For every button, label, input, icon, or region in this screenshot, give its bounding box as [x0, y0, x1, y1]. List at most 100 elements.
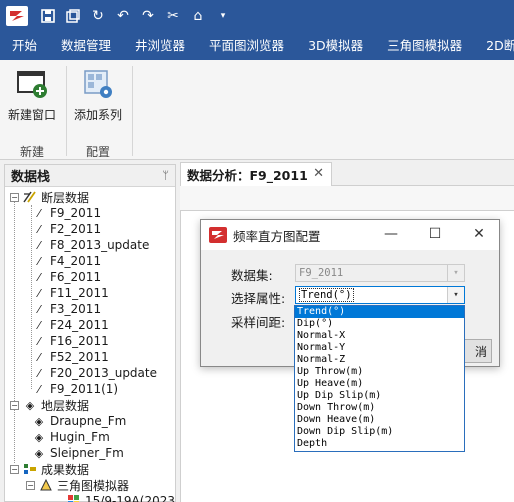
dropdown-option[interactable]: Depth: [295, 438, 464, 450]
save-as-icon[interactable]: [63, 6, 83, 26]
tree-item-fault[interactable]: ⁄ F2_2011: [32, 221, 101, 237]
dropdown-option[interactable]: Trend(°): [295, 306, 464, 318]
dropdown-option[interactable]: Down Throw(m): [295, 402, 464, 414]
menu-bar: 开始 数据管理 井浏览器 平面图浏览器 3D模拟器 三角图模拟器 2D断层: [0, 32, 514, 60]
cut-icon[interactable]: ✂: [163, 6, 183, 26]
tree-node-faults[interactable]: − 断层数据: [10, 189, 89, 205]
tree-node-horizons[interactable]: − ◈ 地层数据: [10, 397, 89, 413]
panel-title: 数据栈: [11, 170, 51, 185]
collapse-toggle[interactable]: −: [10, 192, 19, 202]
undo-icon[interactable]: ↶: [113, 6, 133, 26]
fault-icon: ⁄: [38, 206, 40, 220]
menu-3d-simulator[interactable]: 3D模拟器: [296, 32, 375, 60]
menu-map-browser[interactable]: 平面图浏览器: [197, 32, 296, 60]
tree-item-fault[interactable]: ⁄ F52_2011: [32, 349, 109, 365]
dropdown-icon[interactable]: ▾: [213, 6, 233, 26]
home-icon[interactable]: ⌂: [188, 6, 208, 26]
new-window-label: 新建窗口: [7, 108, 56, 122]
pin-icon[interactable]: ᛘ: [162, 169, 169, 182]
collapse-toggle[interactable]: −: [26, 480, 35, 490]
tree-label: Hugin_Fm: [50, 430, 110, 444]
collapse-toggle[interactable]: −: [10, 400, 19, 410]
new-window-icon: [16, 68, 48, 100]
tree-label: F20_2013_update: [50, 366, 157, 380]
maximize-icon[interactable]: ☐: [425, 226, 445, 242]
tree-item-fault[interactable]: ⁄ F3_2011: [32, 301, 101, 317]
fault-icon: ⁄: [38, 334, 40, 348]
add-series-button[interactable]: 添加系列: [68, 68, 128, 123]
tree-node-results[interactable]: − 成果数据: [10, 461, 89, 477]
ribbon-group-new: 新建: [20, 145, 45, 159]
tree-item-fault[interactable]: ⁄ F9_2011(1): [32, 381, 118, 397]
tree-label: Sleipner_Fm: [50, 446, 124, 460]
tree-item-result[interactable]: 15/9-19A(2023: [67, 493, 175, 502]
chevron-down-icon[interactable]: ▾: [447, 287, 464, 303]
quick-access-toolbar: ↻ ↶ ↷ ✂ ⌂ ▾: [0, 0, 514, 32]
fault-icon: ⁄: [38, 254, 40, 268]
tree-label: F52_2011: [50, 350, 109, 364]
dropdown-option[interactable]: Up Throw(m): [295, 366, 464, 378]
panel-header: 数据栈 ᛘ: [5, 165, 175, 187]
triangle-icon: [39, 478, 53, 492]
tab-data-analysis[interactable]: 数据分析：F9_2011 ✕: [180, 162, 332, 186]
minimize-icon[interactable]: —: [381, 226, 401, 242]
tab-title: 数据分析：F9_2011: [187, 168, 308, 183]
dropdown-option[interactable]: Normal-Y: [295, 342, 464, 354]
layers-icon: ◈: [34, 414, 44, 428]
tree-item-fault[interactable]: ⁄ F16_2011: [32, 333, 109, 349]
dataset-select: F9_2011 ▾: [295, 264, 465, 282]
dropdown-option[interactable]: Up Dip Slip(m): [295, 390, 464, 402]
layers-icon: ◈: [25, 398, 35, 412]
menu-start[interactable]: 开始: [0, 32, 49, 60]
dropdown-option[interactable]: Normal-X: [295, 330, 464, 342]
fault-icon: ⁄: [38, 318, 40, 332]
tree-node-triangle-simulator[interactable]: − 三角图模拟器: [26, 477, 129, 493]
close-icon[interactable]: ✕: [469, 226, 489, 242]
tree-label: F9_2011: [50, 206, 102, 220]
tree-item-fault[interactable]: ⁄ F4_2011: [32, 253, 101, 269]
results-icon: [23, 462, 37, 476]
tree-label: F16_2011: [50, 334, 109, 348]
add-series-label: 添加系列: [73, 108, 122, 122]
tree-item-fault[interactable]: ⁄ F6_2011: [32, 269, 101, 285]
tree-item-fault[interactable]: ⁄ F9_2011: [32, 205, 101, 221]
fault-icon: ⁄: [38, 238, 40, 252]
close-tab-icon[interactable]: ✕: [313, 166, 324, 181]
save-icon[interactable]: [38, 6, 58, 26]
tree-label: F6_2011: [50, 270, 102, 284]
dropdown-option[interactable]: Up Heave(m): [295, 378, 464, 390]
tree-item-horizon[interactable]: ◈ Sleipner_Fm: [32, 445, 124, 461]
tree-item-fault[interactable]: ⁄ F24_2011: [32, 317, 109, 333]
menu-well-browser[interactable]: 井浏览器: [123, 32, 197, 60]
data-stack-panel: 数据栈 ᛘ − 断层数据 ⁄ F9_2011 ⁄ F2_2011 ⁄ F8_2013_…: [4, 164, 176, 502]
app-logo-icon: [6, 6, 28, 26]
dropdown-option[interactable]: Normal-Z: [295, 354, 464, 366]
interval-label: 采样间距:: [231, 315, 286, 330]
attribute-select[interactable]: Trend(°) ▾: [295, 286, 465, 304]
menu-data-management[interactable]: 数据管理: [49, 32, 123, 60]
tree-label: 15/9-19A(2023: [85, 494, 175, 502]
dropdown-option[interactable]: Down Dip Slip(m): [295, 426, 464, 438]
dropdown-option[interactable]: Down Heave(m): [295, 414, 464, 426]
new-window-button[interactable]: 新建窗口: [2, 68, 62, 123]
ribbon: 新建窗口 新建 添加系列 配置: [0, 60, 514, 160]
tree-item-fault[interactable]: ⁄ F8_2013_update: [32, 237, 149, 253]
attribute-dropdown-list[interactable]: Trend(°) Dip(°) Normal-X Normal-Y Normal…: [294, 305, 465, 452]
dropdown-option[interactable]: Dip(°): [295, 318, 464, 330]
tree-label: F9_2011(1): [50, 382, 119, 396]
tree-label: F8_2013_update: [50, 238, 150, 252]
tree-item-horizon[interactable]: ◈ Draupne_Fm: [32, 413, 127, 429]
dialog-titlebar: 频率直方图配置: [201, 220, 499, 250]
menu-2d-fault[interactable]: 2D断层: [474, 32, 514, 60]
fault-icon: ⁄: [38, 302, 40, 316]
tree-item-horizon[interactable]: ◈ Hugin_Fm: [32, 429, 110, 445]
redo-icon[interactable]: ↷: [138, 6, 158, 26]
menu-triangle-simulator[interactable]: 三角图模拟器: [375, 32, 474, 60]
refresh-icon[interactable]: ↻: [88, 6, 108, 26]
chevron-down-icon: ▾: [447, 265, 464, 281]
tree-item-fault[interactable]: ⁄ F11_2011: [32, 285, 109, 301]
attribute-value: Trend(°): [299, 288, 354, 302]
tree-item-fault[interactable]: ⁄ F20_2013_update: [32, 365, 157, 381]
app-logo-icon: [209, 227, 227, 243]
collapse-toggle[interactable]: −: [10, 464, 19, 474]
